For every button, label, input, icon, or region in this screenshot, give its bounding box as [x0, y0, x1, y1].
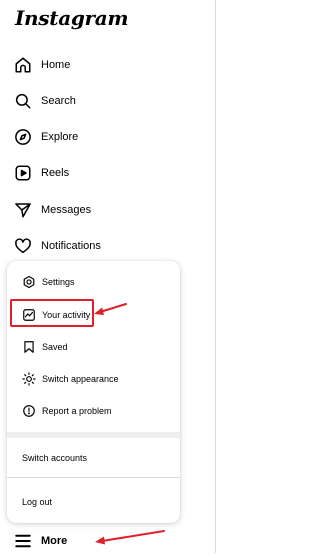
sidebar-item-label: Home — [41, 59, 71, 71]
home-icon — [14, 56, 32, 74]
menu-item-switch-appearance[interactable]: Switch appearance — [11, 364, 176, 394]
sidebar-item-label: Notifications — [41, 240, 101, 252]
sidebar-item-explore[interactable]: Explore — [0, 120, 214, 154]
sidebar-item-home[interactable]: Home — [0, 48, 214, 82]
menu-item-settings[interactable]: Settings — [11, 267, 176, 297]
sidebar-item-label: Search — [41, 95, 76, 107]
menu-item-report-a-problem[interactable]: Report a problem — [11, 396, 176, 426]
menu-item-label: Log out — [22, 497, 53, 507]
sidebar-item-label: Messages — [41, 204, 92, 216]
sidebar-item-search[interactable]: Search — [0, 84, 214, 118]
menu-item-label: Settings — [42, 277, 75, 287]
reels-icon — [14, 164, 32, 182]
menu-item-log-out[interactable]: Log out — [11, 487, 176, 517]
menu-item-label: Your activity — [42, 310, 91, 320]
menu-item-label: Switch appearance — [42, 374, 119, 384]
compass-icon — [14, 128, 32, 146]
menu-item-switch-accounts[interactable]: Switch accounts — [11, 443, 176, 473]
menu-divider — [7, 477, 180, 478]
menu-separator — [7, 432, 180, 438]
sidebar-item-messages[interactable]: Messages — [0, 193, 214, 227]
sidebar-item-label: More — [41, 535, 68, 547]
sidebar-item-reels[interactable]: Reels — [0, 156, 214, 190]
hamburger-menu-icon — [14, 532, 32, 550]
bookmark-icon — [22, 340, 36, 354]
sidebar-item-label: Reels — [41, 167, 70, 179]
menu-item-label: Report a problem — [42, 406, 112, 416]
menu-item-label: Switch accounts — [22, 453, 88, 463]
sun-icon — [22, 372, 36, 386]
sidebar-item-notifications[interactable]: Notifications — [0, 229, 214, 263]
sidebar-item-label: Explore — [41, 131, 79, 143]
search-icon — [14, 92, 32, 110]
gear-icon — [22, 275, 36, 289]
activity-icon — [22, 308, 36, 322]
paper-plane-icon — [14, 201, 32, 219]
instagram-logo[interactable]: Instagram — [15, 6, 129, 30]
report-icon — [22, 404, 36, 418]
menu-item-your-activity[interactable]: Your activity — [11, 300, 176, 330]
menu-item-label: Saved — [42, 342, 68, 352]
menu-item-saved[interactable]: Saved — [11, 332, 176, 362]
more-menu: Settings Your activity Saved Switch appe… — [7, 261, 180, 523]
heart-icon — [14, 237, 32, 255]
